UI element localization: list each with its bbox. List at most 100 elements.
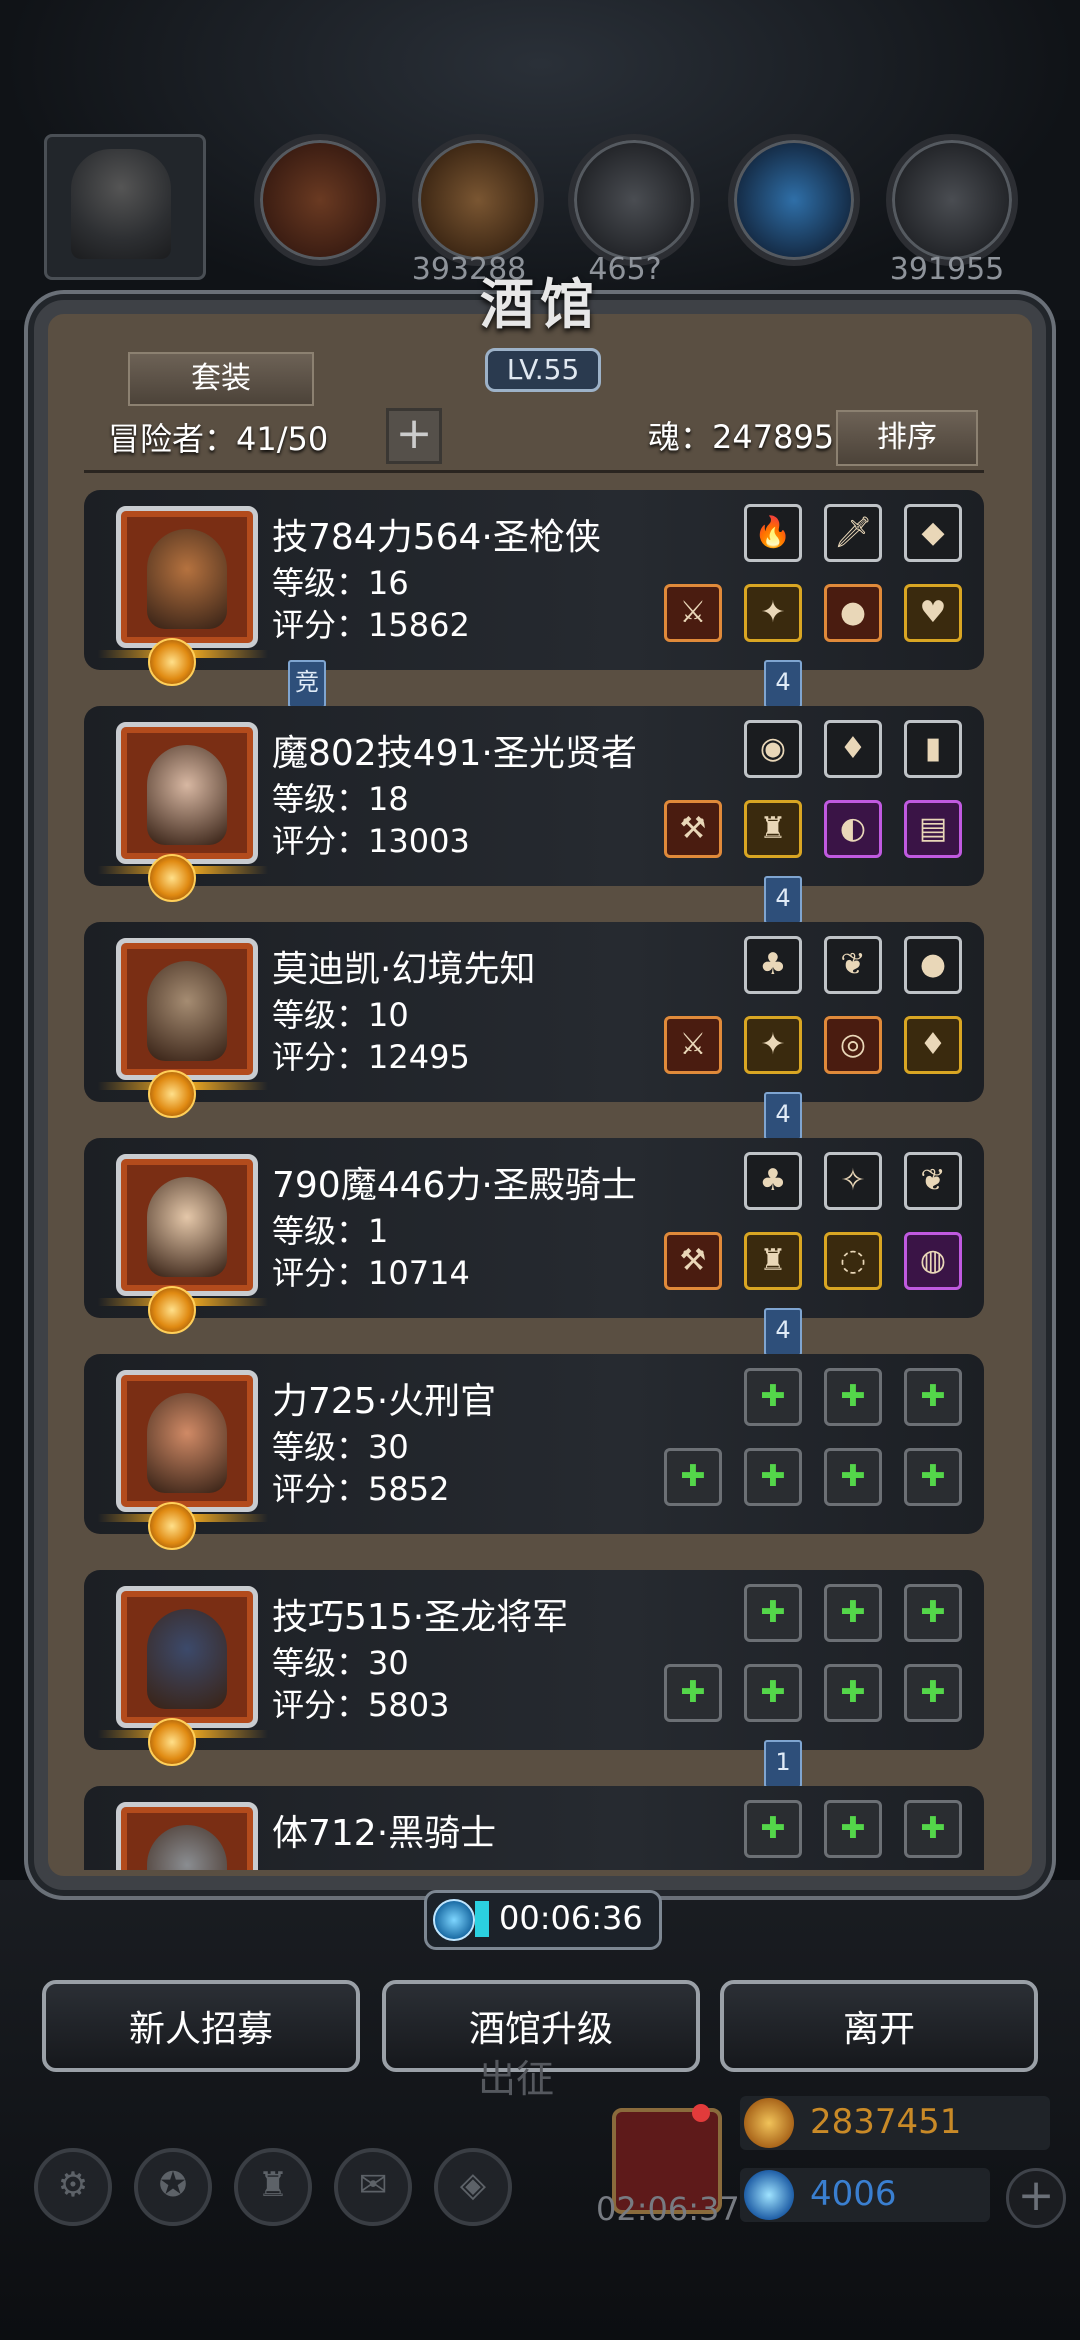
- top-equipment-slot[interactable]: ✧: [824, 1152, 882, 1210]
- mail-icon[interactable]: ✉: [334, 2148, 412, 2226]
- hero-avatar[interactable]: [116, 1154, 258, 1296]
- bottom-equipment-slot[interactable]: ⚔: [664, 584, 722, 642]
- bottom-equipment-slot[interactable]: ◐: [824, 800, 882, 858]
- bottom-equipment-slot[interactable]: ✚: [744, 1664, 802, 1722]
- top-equipment-slot[interactable]: ♣: [744, 1152, 802, 1210]
- bottom-equipment-slot[interactable]: ✚: [904, 1448, 962, 1506]
- top-equipment-slot[interactable]: ❦: [904, 1152, 962, 1210]
- achievement-icon[interactable]: ✪: [134, 2148, 212, 2226]
- hero-avatar[interactable]: [116, 1802, 258, 1870]
- add-equipment-icon: ✚: [920, 1379, 946, 1414]
- outfit-button[interactable]: 套装: [128, 352, 314, 406]
- hero-avatar[interactable]: [116, 1586, 258, 1728]
- resource-icon-4[interactable]: [728, 134, 860, 266]
- leave-button[interactable]: 离开: [720, 1980, 1038, 2072]
- top-equipment-slot[interactable]: ✚: [824, 1368, 882, 1426]
- top-equipment-slot[interactable]: ●: [904, 936, 962, 994]
- bottom-equipment-slot[interactable]: ◎: [824, 1016, 882, 1074]
- bottom-equipment-slot[interactable]: ✦: [744, 584, 802, 642]
- add-capacity-button[interactable]: +: [386, 408, 442, 464]
- rank-icon[interactable]: ♜: [234, 2148, 312, 2226]
- hero-card[interactable]: 莫迪凯·幻境先知 等级：10 评分：12495 ♣ ❦ ● ⚔ ✦ ◎ ♦: [84, 922, 984, 1118]
- top-equipment-slot[interactable]: ◉: [744, 720, 802, 778]
- bottom-equipment-slot[interactable]: ◌: [824, 1232, 882, 1290]
- equipment-icon: ♦: [839, 731, 867, 766]
- bottom-equipment-slot[interactable]: ♥: [904, 584, 962, 642]
- add-currency-button[interactable]: +: [1006, 2168, 1066, 2228]
- top-equipment-slot[interactable]: ✚: [744, 1800, 802, 1858]
- top-equipment-slot[interactable]: ✚: [744, 1584, 802, 1642]
- hero-card[interactable]: 技784力564·圣枪侠 等级：16 评分：15862 🔥 🗡 ◆ ⚔ ✦ ● ♥: [84, 490, 984, 686]
- top-equipment-slot[interactable]: ❦: [824, 936, 882, 994]
- sort-button[interactable]: 排序: [836, 410, 978, 466]
- equipment-icon: ♜: [759, 1243, 787, 1278]
- top-equipment-slot[interactable]: ✚: [904, 1800, 962, 1858]
- equipment-icon: ♣: [759, 947, 787, 982]
- add-equipment-icon: ✚: [840, 1675, 866, 1710]
- bottom-equipment-slot[interactable]: ♦: [904, 1016, 962, 1074]
- equipment-icon: ●: [919, 947, 947, 982]
- hero-avatar[interactable]: [116, 938, 258, 1080]
- bottom-equipment-slot[interactable]: ✚: [824, 1448, 882, 1506]
- top-equipment-slot[interactable]: ◆: [904, 504, 962, 562]
- hero-score: 评分：5852: [272, 1470, 450, 1508]
- hero-name: 体712·黑骑士: [272, 1813, 497, 1854]
- hero-card[interactable]: 体712·黑骑士 ✚ ✚ ✚: [84, 1786, 984, 1870]
- hero-name: 莫迪凯·幻境先知: [272, 949, 536, 990]
- top-equipment-slot[interactable]: ✚: [824, 1800, 882, 1858]
- hero-card[interactable]: 技巧515·圣龙将军 等级：30 评分：5803 ✚ ✚ ✚ ✚ ✚ ✚ ✚: [84, 1570, 984, 1766]
- rank-emblem-icon: [148, 854, 196, 902]
- clock-icon: [433, 1899, 475, 1941]
- hero-card[interactable]: 魔802技491·圣光贤者 等级：18 评分：13003 ◉ ♦ ▮ ⚒ ♜ ◐ ▤: [84, 706, 984, 902]
- hero-portrait: [147, 529, 227, 629]
- refresh-timer: 00:06:36: [424, 1890, 662, 1950]
- hero-list[interactable]: 技784力564·圣枪侠 等级：16 评分：15862 🔥 🗡 ◆ ⚔ ✦ ● ♥ 竞 4 魔802技4…: [84, 490, 984, 1870]
- bottom-equipment-slot[interactable]: ◍: [904, 1232, 962, 1290]
- top-equipment-slot[interactable]: ✚: [904, 1368, 962, 1426]
- bottom-equipment-slot[interactable]: ✚: [664, 1664, 722, 1722]
- bottom-equipment-slot[interactable]: ✚: [664, 1448, 722, 1506]
- hero-avatar[interactable]: [116, 506, 258, 648]
- bottom-equipment-slot[interactable]: ⚒: [664, 800, 722, 858]
- top-equipment-slot[interactable]: 🗡: [824, 504, 882, 562]
- bottom-equipment-slot[interactable]: ✚: [824, 1664, 882, 1722]
- player-portrait[interactable]: [44, 134, 206, 280]
- top-equipment-slot[interactable]: ♦: [824, 720, 882, 778]
- shop-icon[interactable]: ◈: [434, 2148, 512, 2226]
- equipment-icon: ⚔: [679, 595, 707, 630]
- hero-portrait: [147, 961, 227, 1061]
- top-equipment-slot[interactable]: ✚: [744, 1368, 802, 1426]
- bottom-equipment-slot[interactable]: ✦: [744, 1016, 802, 1074]
- top-equipment-slot[interactable]: 🔥: [744, 504, 802, 562]
- hero-level: 等级：1: [272, 1212, 389, 1250]
- add-equipment-icon: ✚: [920, 1675, 946, 1710]
- bottom-equipment-slot[interactable]: ⚔: [664, 1016, 722, 1074]
- top-equipment-slot[interactable]: ▮: [904, 720, 962, 778]
- bottom-equipment-slot[interactable]: ♜: [744, 1232, 802, 1290]
- recruit-button[interactable]: 新人招募: [42, 1980, 360, 2072]
- panel-title-wrap: 酒馆: [390, 260, 690, 340]
- resource-icon-3[interactable]: [568, 134, 700, 266]
- expedition-label[interactable]: 出征: [478, 2048, 554, 2103]
- top-equipment-slot[interactable]: ✚: [824, 1584, 882, 1642]
- hero-avatar[interactable]: [116, 722, 258, 864]
- resource-icon-1[interactable]: [254, 134, 386, 266]
- hero-card[interactable]: 790魔446力·圣殿骑士 等级：1 评分：10714 ♣ ✧ ❦ ⚒ ♜ ◌ ◍: [84, 1138, 984, 1334]
- top-equipment-slot[interactable]: ✚: [904, 1584, 962, 1642]
- resource-value-5: 391955: [889, 252, 1005, 287]
- bottom-equipment-slot[interactable]: ●: [824, 584, 882, 642]
- count-tag: 4: [764, 1092, 802, 1140]
- bottom-equipment-slot[interactable]: ✚: [744, 1448, 802, 1506]
- resource-icon-5[interactable]: [886, 134, 1018, 266]
- hero-avatar[interactable]: [116, 1370, 258, 1512]
- add-equipment-icon: ✚: [920, 1459, 946, 1494]
- settings-icon[interactable]: ⚙: [34, 2148, 112, 2226]
- hero-card[interactable]: 力725·火刑官 等级：30 评分：5852 ✚ ✚ ✚ ✚ ✚ ✚ ✚: [84, 1354, 984, 1550]
- add-equipment-icon: ✚: [680, 1459, 706, 1494]
- bottom-equipment-slot[interactable]: ⚒: [664, 1232, 722, 1290]
- bottom-equipment-slot[interactable]: ▤: [904, 800, 962, 858]
- bottom-equipment-slot[interactable]: ✚: [904, 1664, 962, 1722]
- bottom-equipment-slot[interactable]: ♜: [744, 800, 802, 858]
- resource-icon-2[interactable]: [412, 134, 544, 266]
- top-equipment-slot[interactable]: ♣: [744, 936, 802, 994]
